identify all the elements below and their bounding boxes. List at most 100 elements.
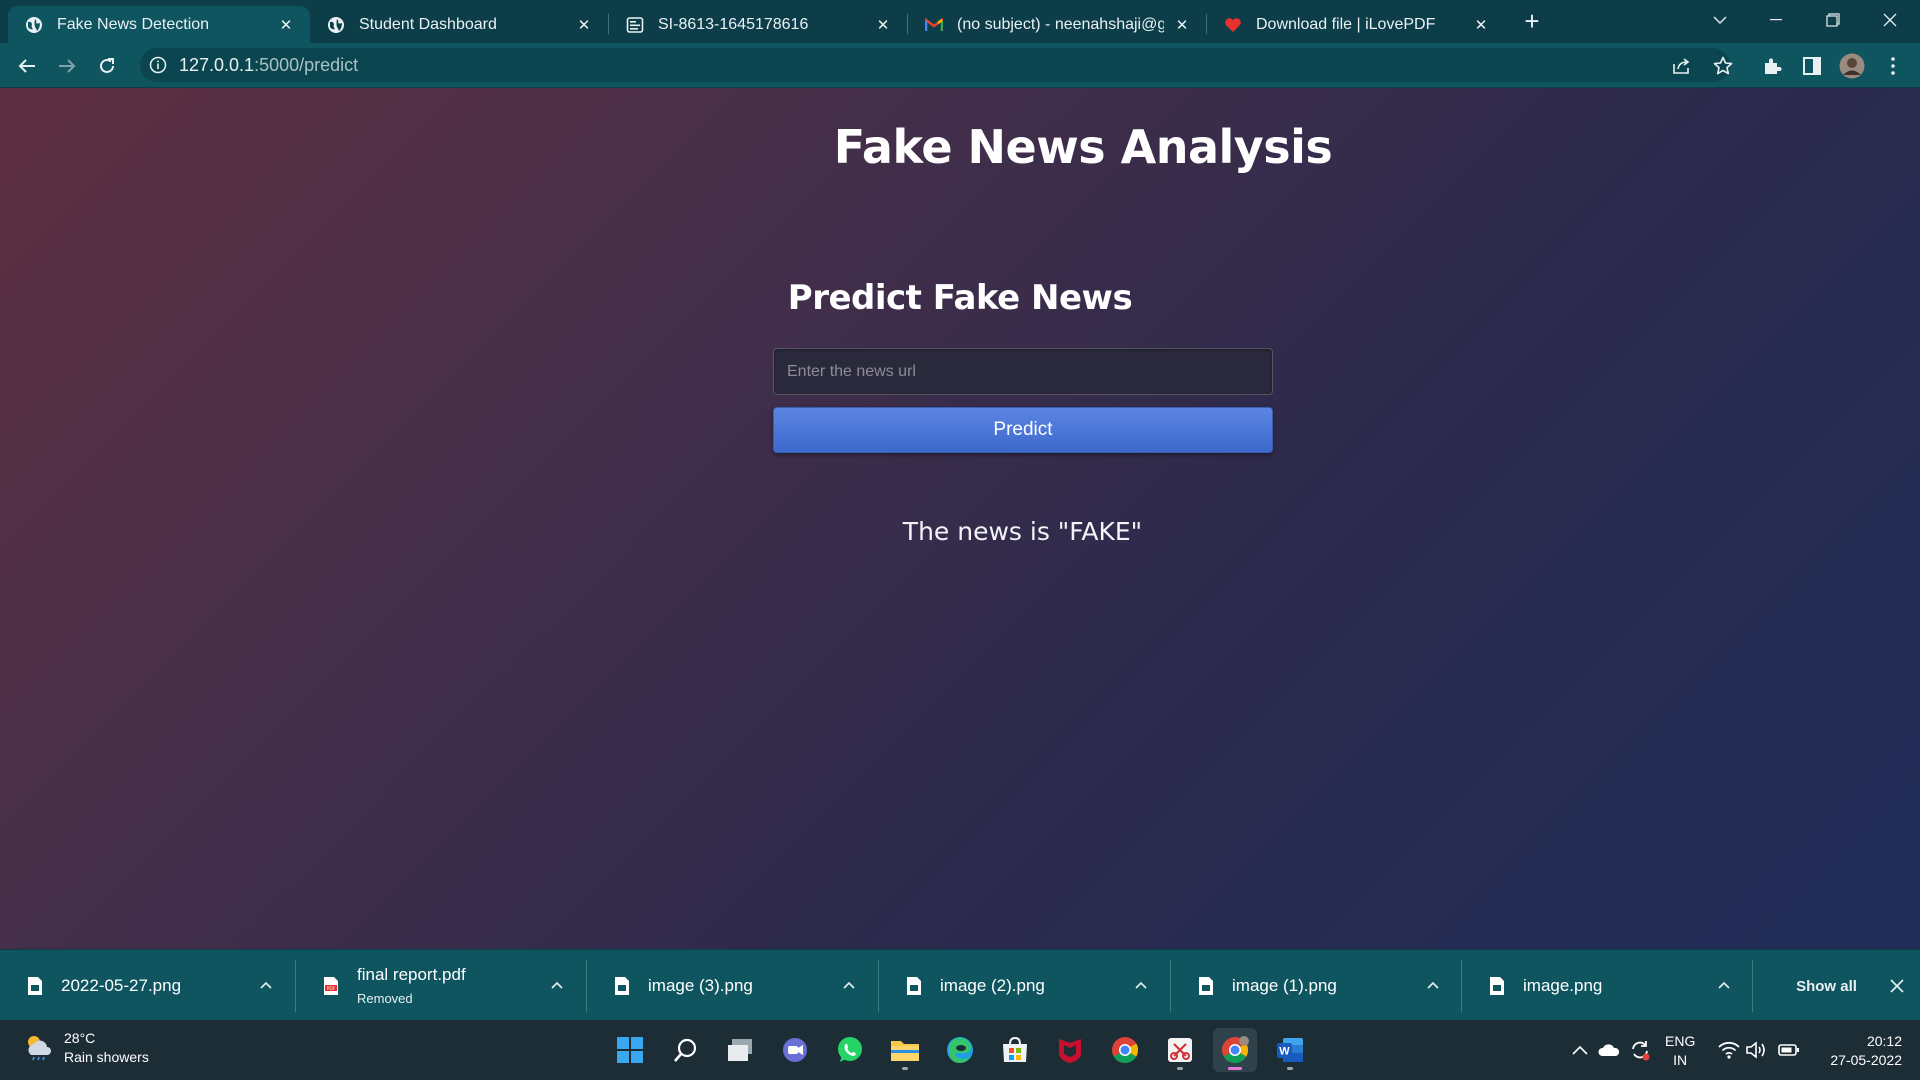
chrome-active-window-icon[interactable] [1213,1028,1257,1072]
word-icon[interactable]: W [1268,1028,1312,1072]
reload-button[interactable] [91,50,123,82]
browser-tab-strip: Fake News Detection ✕ Student Dashboard … [0,0,1920,43]
microsoft-store-icon[interactable] [993,1028,1037,1072]
chrome-icon[interactable] [1103,1028,1147,1072]
download-filename: image (2).png [940,975,1045,995]
snipping-tool-icon[interactable] [1158,1028,1202,1072]
tab-si-document[interactable]: SI-8613-1645178616 ✕ [609,6,907,43]
image-file-icon [614,976,630,996]
download-status: Removed [357,991,413,1006]
profile-avatar[interactable] [1838,52,1866,80]
image-file-icon [1198,976,1214,996]
document-icon [626,16,644,34]
predict-button[interactable]: Predict [773,407,1273,453]
tab-title: Fake News Detection [57,15,210,33]
url-host: 127.0.0.1 [179,54,255,75]
task-view-icon[interactable] [718,1028,762,1072]
chevron-up-icon[interactable] [255,974,277,996]
clock-time: 20:12 [1866,1033,1902,1049]
side-panel-icon[interactable] [1798,52,1826,80]
running-indicator [1177,1067,1183,1070]
download-filename: 2022-05-27.png [61,975,182,995]
mcafee-icon[interactable] [1048,1028,1092,1072]
pdf-file-icon: PDF [323,976,339,996]
heart-icon [1224,16,1242,34]
news-url-input[interactable] [773,348,1273,395]
whatsapp-icon[interactable] [828,1028,872,1072]
url-path: :5000/predict [254,54,359,75]
download-filename: image (1).png [1232,975,1337,995]
close-icon[interactable]: ✕ [873,15,893,35]
download-item[interactable]: 2022-05-27.png [0,950,295,1021]
windows-taskbar: 28°C Rain showers W ENG IN 20:12 27-05-2… [0,1020,1920,1080]
info-icon[interactable] [149,56,167,74]
globe-icon [25,16,43,34]
back-button[interactable] [11,50,43,82]
download-filename: image (3).png [648,975,753,995]
svg-text:PDF: PDF [327,986,336,992]
tab-title: SI-8613-1645178616 [658,15,809,33]
extensions-puzzle-icon[interactable] [1758,52,1786,80]
new-tab-button[interactable]: + [1518,8,1546,36]
minimize-button[interactable] [1748,0,1804,40]
show-all-downloads-button[interactable]: Show all [1758,967,1895,1005]
close-icon[interactable]: ✕ [276,15,296,35]
bookmark-star-icon[interactable] [1709,52,1737,80]
edge-browser-icon[interactable] [938,1028,982,1072]
tab-title: Download file | iLovePDF [1256,15,1436,33]
download-filename: image.png [1523,975,1603,995]
weather-description: Rain showers [64,1049,149,1065]
forward-button[interactable] [51,50,83,82]
address-bar[interactable]: 127.0.0.1:5000/predict [140,48,1730,82]
region-code: IN [1673,1052,1688,1068]
chevron-up-icon[interactable] [838,974,860,996]
running-indicator [1287,1067,1293,1070]
wifi-icon[interactable] [1717,1038,1741,1062]
tab-title: (no subject) - neenahshaji@gmail.com [957,15,1164,33]
system-clock[interactable]: 20:12 27-05-2022 [1810,1032,1902,1070]
battery-icon[interactable] [1777,1038,1801,1062]
download-item[interactable]: image.png [1462,950,1752,1021]
tab-gmail[interactable]: (no subject) - neenahshaji@gmail.com ✕ [908,6,1206,43]
chevron-up-icon[interactable] [1568,1038,1592,1062]
download-item[interactable]: image (2).png [879,950,1170,1021]
close-icon[interactable]: ✕ [574,15,594,35]
teams-chat-icon[interactable] [773,1028,817,1072]
close-window-button[interactable] [1862,0,1918,40]
chevron-up-icon[interactable] [1422,974,1444,996]
file-explorer-icon[interactable] [883,1028,927,1072]
chevron-up-icon[interactable] [1713,974,1735,996]
svg-text:W: W [1279,1046,1290,1058]
volume-icon[interactable] [1745,1038,1769,1062]
download-item[interactable]: image (3).png [587,950,878,1021]
windows-start-icon[interactable] [608,1028,652,1072]
download-item[interactable]: image (1).png [1171,950,1461,1021]
onedrive-cloud-icon[interactable] [1597,1038,1621,1062]
url-text[interactable]: 127.0.0.1:5000/predict [179,55,358,76]
download-shelf: 2022-05-27.png PDF final report.pdf Remo… [0,949,1920,1020]
menu-kebab-icon[interactable] [1879,52,1907,80]
clock-date: 27-05-2022 [1830,1052,1902,1068]
search-icon[interactable] [664,1028,708,1072]
restore-button[interactable] [1805,0,1861,40]
download-filename: final report.pdf [357,965,466,984]
tab-search-chevron-icon[interactable] [1692,0,1748,40]
image-file-icon [27,976,43,996]
form-title: Predict Fake News [787,278,1133,318]
download-item[interactable]: PDF final report.pdf Removed [296,950,586,1021]
close-icon[interactable] [1886,975,1908,997]
close-icon[interactable]: ✕ [1172,15,1192,35]
weather-widget[interactable]: 28°C Rain showers [22,1029,149,1067]
gmail-icon [925,16,943,34]
language-indicator[interactable]: ENG IN [1665,1032,1695,1070]
tab-student-dashboard[interactable]: Student Dashboard ✕ [310,6,608,43]
chevron-up-icon[interactable] [546,974,568,996]
close-icon[interactable]: ✕ [1471,15,1491,35]
sync-icon[interactable] [1628,1038,1652,1062]
tab-fake-news-detection[interactable]: Fake News Detection ✕ [8,6,310,43]
share-icon[interactable] [1668,52,1696,80]
running-indicator [902,1067,908,1070]
language-code: ENG [1665,1033,1696,1049]
chevron-up-icon[interactable] [1130,974,1152,996]
tab-ilovepdf[interactable]: Download file | iLovePDF ✕ [1207,6,1505,43]
